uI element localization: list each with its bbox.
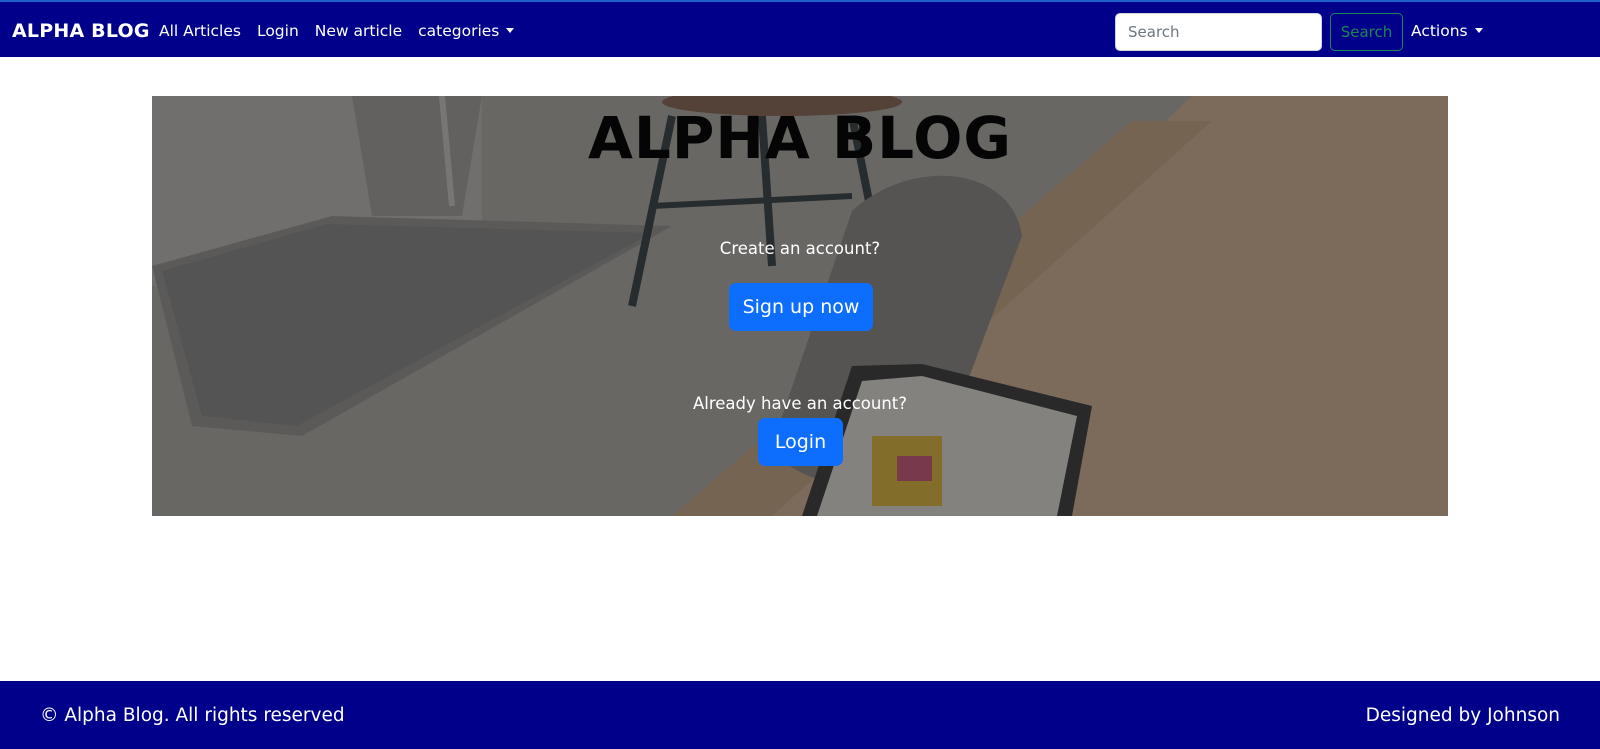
chevron-down-icon (1474, 28, 1483, 33)
search-button[interactable]: Search (1330, 13, 1403, 51)
copyright-text: © Alpha Blog. All rights reserved (40, 705, 345, 726)
hero-banner: ALPHA BLOG Create an account? Sign up no… (152, 96, 1448, 516)
actions-label: Actions (1411, 22, 1468, 40)
search-input[interactable] (1115, 13, 1322, 51)
nav-link-all-articles[interactable]: All Articles (159, 22, 241, 40)
login-button[interactable]: Login (758, 418, 843, 466)
already-have-account-prompt: Already have an account? (692, 394, 908, 413)
top-navbar: ALPHA BLOG All Articles Login New articl… (0, 0, 1600, 57)
chevron-down-icon (506, 28, 515, 33)
actions-dropdown[interactable]: Actions (1411, 22, 1483, 40)
hero-title: ALPHA BLOG (588, 104, 1012, 172)
nav-links: All Articles Login New article categorie… (159, 22, 530, 40)
designed-by-text: Designed by Johnson (1365, 705, 1560, 726)
brand-logo-link[interactable]: ALPHA BLOG (12, 20, 150, 42)
categories-label: categories (418, 22, 500, 40)
categories-dropdown[interactable]: categories (418, 22, 515, 40)
nav-link-new-article[interactable]: New article (315, 22, 402, 40)
sign-up-button[interactable]: Sign up now (729, 283, 873, 331)
create-account-prompt: Create an account? (719, 239, 881, 258)
page-footer: © Alpha Blog. All rights reserved Design… (0, 681, 1600, 749)
nav-link-login[interactable]: Login (257, 22, 299, 40)
